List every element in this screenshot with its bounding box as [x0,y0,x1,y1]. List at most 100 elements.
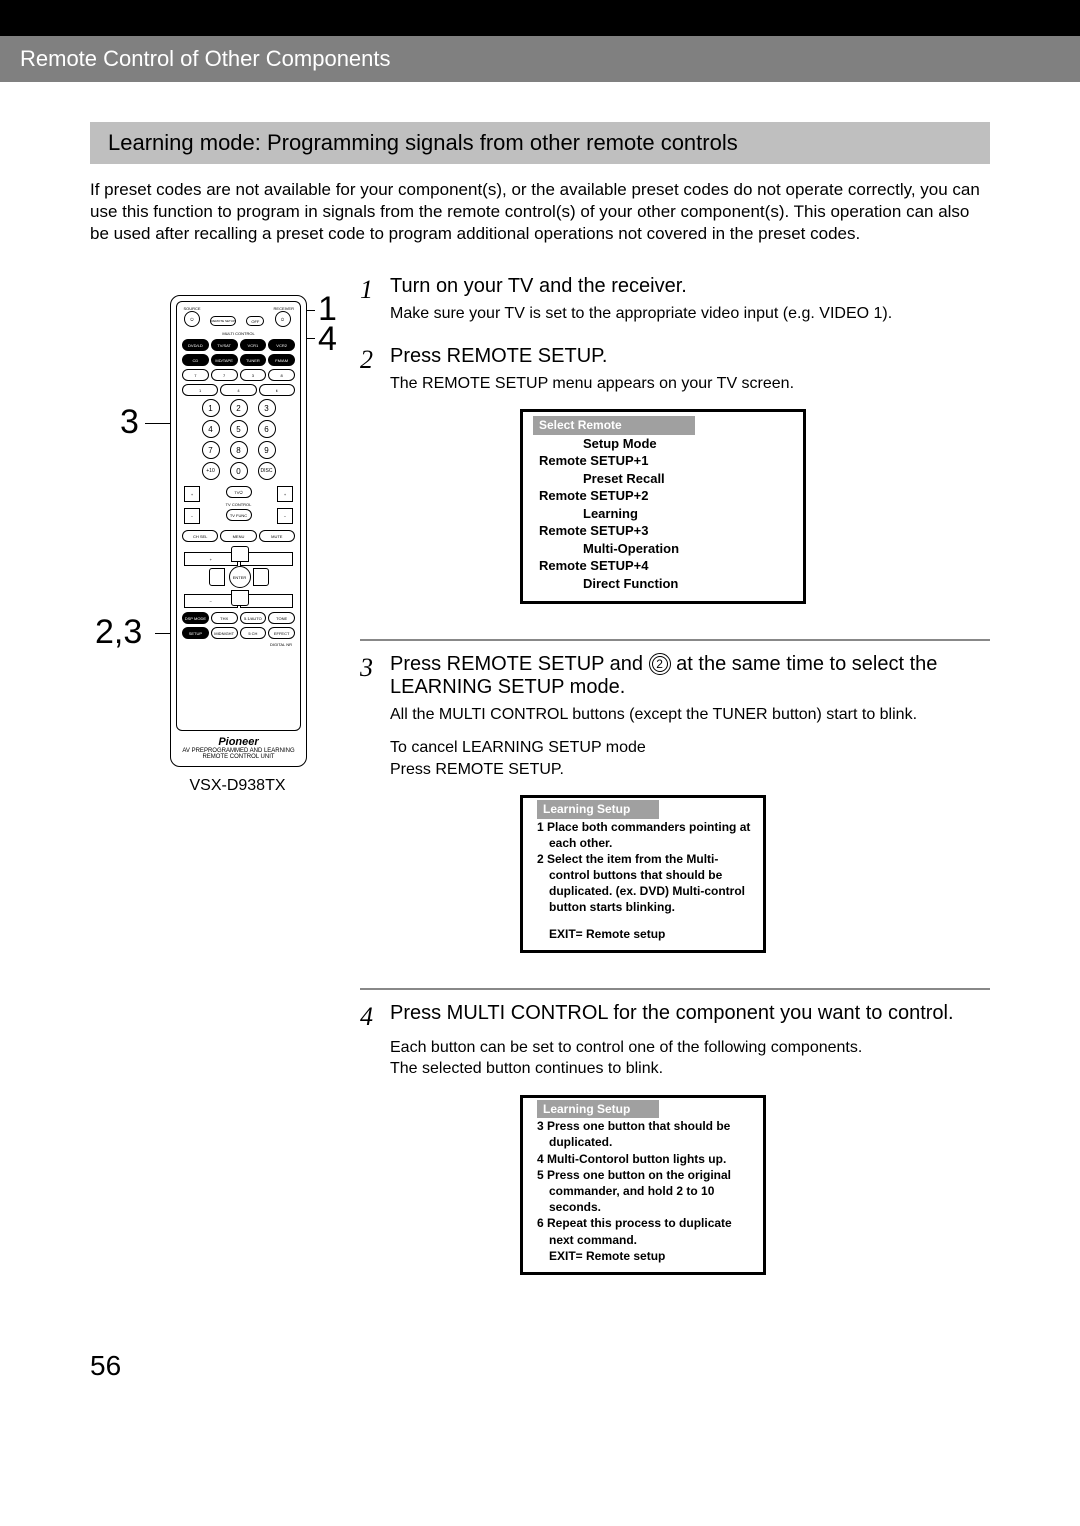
num-4: 4 [202,420,220,438]
num-plus10: +10 [202,462,220,480]
tv-vol-up: + [184,486,200,502]
step-3-title: Press REMOTE SETUP and 2 at the same tim… [390,653,990,699]
label-tv-control: TV CONTROL [225,502,253,507]
step-3-number: 3 [360,653,390,968]
dvd-ld-button: DVD/LD [182,339,209,351]
ch-sel-button: CH SEL [182,530,218,542]
tv-sat-button: TV/SAT [211,339,238,351]
label-digital-nr: DIGITAL NR [177,642,300,647]
tv-vol-down: − [184,508,200,524]
step-1-text: Make sure your TV is set to the appropri… [390,303,990,325]
osd3-exit: EXIT= Remote setup [549,1248,753,1264]
dpad-down [231,590,249,606]
remote-model-label: VSX-D938TX [170,777,305,795]
osd1-r3: Remote SETUP+2 [533,487,793,505]
divider-2-3 [360,639,990,641]
osd2-header: Learning Setup [537,800,659,818]
osd2-line2: 2 Select the item from the Multi-control… [549,851,753,916]
step-3-text3: Press REMOTE SETUP. [390,759,990,781]
osd1-r4: Remote SETUP+3 [533,522,793,540]
osd-learning-setup-1: Learning Setup 1 Place both commanders p… [520,795,766,953]
transport-4: 8 [268,369,295,381]
midnight-button: MIDNIGHT [211,627,238,639]
cd-button: CD [182,354,209,366]
disc-button: DISC [258,462,276,480]
step-3: 3 Press REMOTE SETUP and 2 at the same t… [360,653,990,968]
md-tape-button: MD/TAPE [211,354,238,366]
osd3-line6: 6 Repeat this process to duplicate next … [549,1215,753,1247]
dpad-enter: ENTER [229,566,251,588]
step-2-title: Press REMOTE SETUP. [390,345,990,368]
step-2-number: 2 [360,345,390,619]
transport-5: 1 [182,384,218,396]
osd3-header: Learning Setup [537,1100,659,1118]
osd-select-remote: Select Remote Setup Mode Remote SETUP+1 … [520,409,806,603]
volume-down: − [277,508,293,524]
osd1-r5: Remote SETUP+4 [533,557,793,575]
transport-1: 7 [182,369,209,381]
osd3-line4: 4 Multi-Contorol button lights up. [549,1151,753,1167]
transport-3: 3 [240,369,267,381]
step-4: 4 Press MULTI CONTROL for the component … [360,1002,990,1290]
circled-2-icon: 2 [649,653,671,675]
osd3-line5: 5 Press one button on the original comma… [549,1167,753,1216]
page-title: Remote Control of Other Components [0,36,1080,82]
section-title: Learning mode: Programming signals from … [90,122,990,164]
osd-learning-setup-2: Learning Setup 3 Press one button that s… [520,1095,766,1275]
osd1-header: Select Remote [533,416,695,434]
page-number: 56 [90,1350,1080,1382]
step-3-text2: To cancel LEARNING SETUP mode [390,737,990,759]
transport-2: 7 [211,369,238,381]
num-8: 8 [230,441,248,459]
mute-button: MUTE [259,530,295,542]
tv-func-button: TV FUNC [226,509,252,521]
callout-4: 4 [318,320,337,359]
effect-button: EFFECT [268,627,295,639]
step-3-text1: All the MULTI CONTROL buttons (except th… [390,704,990,726]
num-3: 3 [258,399,276,417]
thx-button: THX [211,612,238,624]
tuner-button: TUNER [240,354,267,366]
step-1-number: 1 [360,275,390,325]
dpad: ENTER [209,546,269,606]
5ch-button: 5 CH [240,627,267,639]
osd1-r2a: Preset Recall [533,470,793,488]
fm-am-button: FM/AM [268,354,295,366]
remote-control-diagram: SOURCE ⏻ REMOTE SETUP OFF RECEIVER ⏻ MUL… [170,295,307,767]
volume-up: + [277,486,293,502]
black-header-bar [0,0,1080,36]
vcr2-button: VCR2 [268,339,295,351]
num-2: 2 [230,399,248,417]
dsp-mode-button: DSP MODE [182,612,209,624]
osd1-r2: Remote SETUP+1 [533,452,793,470]
osd1-r4a: Multi-Operation [533,540,793,558]
dpad-up [231,546,249,562]
callout-2-3: 2,3 [95,613,142,652]
remote-diagram-column: 3 2,3 1 4 SOURCE ⏻ REMOTE SETUP OFF RECE… [0,275,360,1310]
step-1-title: Turn on your TV and the receiver. [390,275,990,298]
num-1: 1 [202,399,220,417]
transport-6: 4 [220,384,256,396]
step-4-text1: Each button can be set to control one of… [390,1037,990,1059]
step-2-text: The REMOTE SETUP menu appears on your TV… [390,373,990,395]
osd1-setup-mode: Setup Mode [533,435,793,453]
divider-3-4 [360,988,990,990]
tone-button: TONE [268,612,295,624]
osd1-r5a: Direct Function [533,575,793,593]
step-1: 1 Turn on your TV and the receiver. Make… [360,275,990,325]
osd3-line3: 3 Press one button that should be duplic… [549,1118,753,1150]
source-power-button: ⏻ [184,311,200,327]
receiver-power-button: ⏻ [275,311,291,327]
label-multi-control: MULTI CONTROL [177,331,300,336]
off-button: OFF [246,316,264,326]
step-2: 2 Press REMOTE SETUP. The REMOTE SETUP m… [360,345,990,619]
num-7: 7 [202,441,220,459]
setup-button: SETUP [182,627,209,639]
step-4-text2: The selected button continues to blink. [390,1058,990,1080]
remote-setup-button: REMOTE SETUP [210,316,236,326]
menu-button: MENU [220,530,256,542]
dpad-right [253,568,269,586]
label-source: SOURCE [183,306,201,311]
num-6: 6 [258,420,276,438]
remote-brand: Pioneer AV PREPROGRAMMED AND LEARNING RE… [171,736,306,760]
